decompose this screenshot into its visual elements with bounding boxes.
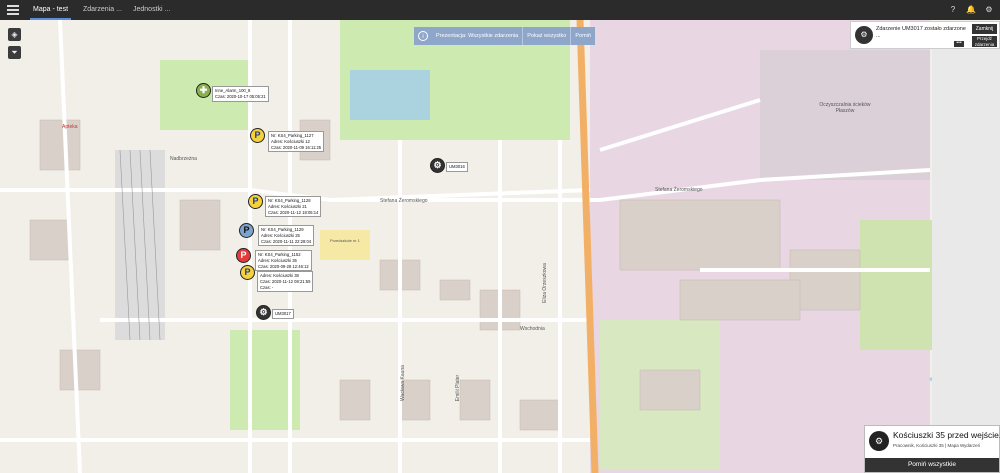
unit-avatar-icon: ⚙ bbox=[869, 431, 889, 451]
event-card-subtitle: Pracownik, Kościuszki 35 | Mapa Wydarzeń bbox=[893, 443, 981, 448]
map-label-place: Przedszkole nr 1 bbox=[330, 238, 360, 243]
layers-icon[interactable]: ◈ bbox=[8, 28, 21, 41]
unit-marker[interactable]: ⚙ bbox=[430, 158, 445, 173]
skip-button[interactable]: Pomiń bbox=[571, 27, 595, 45]
event-marker[interactable]: ✚ bbox=[196, 83, 211, 98]
show-all-button[interactable]: Pokaż wszystko bbox=[523, 27, 572, 45]
map-label-street: Eliza Orzeszkowa bbox=[541, 263, 548, 303]
right-side-panel bbox=[932, 48, 1000, 473]
dismiss-all-button[interactable]: Pomiń wszystkie bbox=[865, 458, 999, 472]
info-icon[interactable]: i bbox=[418, 31, 428, 41]
map-label-place: Apteka bbox=[62, 124, 78, 130]
map-label-street: Stefana Żeromskiego bbox=[380, 198, 428, 204]
marker-callout: Adres: Kościuszki 38 Czas: 2020-11-12 08:… bbox=[257, 271, 314, 293]
tab-jednostki[interactable]: Jednostki ... bbox=[130, 0, 173, 20]
top-bar: Mapa - test Zdarzenia ... Jednostki ... … bbox=[0, 0, 1000, 20]
marker-callout: Nr: KS4_Parking_1152 Adres: Kościuszki 35… bbox=[255, 250, 312, 272]
marker-callout: Nr: KS4_Parking_1127 Adres: Kościuszki 12… bbox=[268, 131, 325, 153]
marker-callout: Inne_Alarm_100_8 Czas: 2020-10-17 05:05:2… bbox=[212, 86, 269, 102]
marker-callout: UM3016 bbox=[446, 162, 468, 172]
map-label-street: Emilii Plater bbox=[455, 374, 462, 402]
parking-marker[interactable]: P bbox=[240, 265, 255, 280]
marker-callout: UM3017 bbox=[272, 309, 294, 319]
unit-avatar-icon: ⚙ bbox=[855, 26, 873, 44]
view-events-button[interactable]: Przejdź zdarzenia bbox=[972, 36, 997, 47]
bell-icon[interactable]: 🔔 bbox=[966, 5, 976, 15]
map-label-street: Nadbrzeżna bbox=[170, 156, 197, 162]
marker-callout: Nr: KS4_Parking_1128 Adres: Kościuszki 21… bbox=[265, 196, 322, 218]
event-card: ⚙ Kościuszki 35 przed wejście... Pracown… bbox=[864, 425, 1000, 473]
parking-marker[interactable]: P bbox=[250, 128, 265, 143]
help-icon[interactable]: ? bbox=[948, 5, 958, 15]
notification-text: Zdarzenie UM3017 zostało zdarzone ... bbox=[876, 26, 966, 39]
event-card-title[interactable]: Kościuszki 35 przed wejście... bbox=[893, 430, 1000, 440]
settings-icon[interactable]: ⚙ bbox=[984, 5, 994, 15]
map-background bbox=[0, 20, 1000, 473]
parking-marker[interactable]: P bbox=[248, 194, 263, 209]
map-label-street: Wacława Kauna bbox=[399, 365, 406, 401]
more-button[interactable]: ••• bbox=[954, 41, 964, 47]
parking-marker[interactable]: P bbox=[239, 223, 254, 238]
tab-mapa-test[interactable]: Mapa - test bbox=[30, 0, 72, 20]
alert-parking-marker[interactable]: P bbox=[236, 248, 251, 263]
filter-bar: i Prezentacja: Wszystkie zdarzenia Pokaż… bbox=[414, 27, 595, 45]
unit-marker[interactable]: ⚙ bbox=[256, 305, 271, 320]
notification-card: ⚙ Zdarzenie UM3017 zostało zdarzone ... … bbox=[850, 21, 1000, 49]
filter-icon[interactable]: ⏷ bbox=[8, 46, 21, 59]
hamburger-menu-icon[interactable] bbox=[7, 5, 19, 15]
tab-zdarzenia[interactable]: Zdarzenia ... bbox=[80, 0, 125, 20]
map-label-street: Wschodnia bbox=[520, 326, 545, 332]
map-label-district: Oczyszczalnia ścieków Płaszów bbox=[819, 102, 871, 114]
marker-callout: Nr: KS4_Parking_1129 Adres: Kościuszki 25… bbox=[258, 225, 315, 247]
presentation-filter-button[interactable]: Prezentacja: Wszystkie zdarzenia bbox=[432, 27, 524, 45]
map-label-street: Stefana Żeromskiego bbox=[655, 187, 703, 193]
close-button[interactable]: Zamknij bbox=[972, 24, 997, 34]
map-canvas[interactable]: Oczyszczalnia ścieków Płaszów Stefana Że… bbox=[0, 20, 1000, 473]
